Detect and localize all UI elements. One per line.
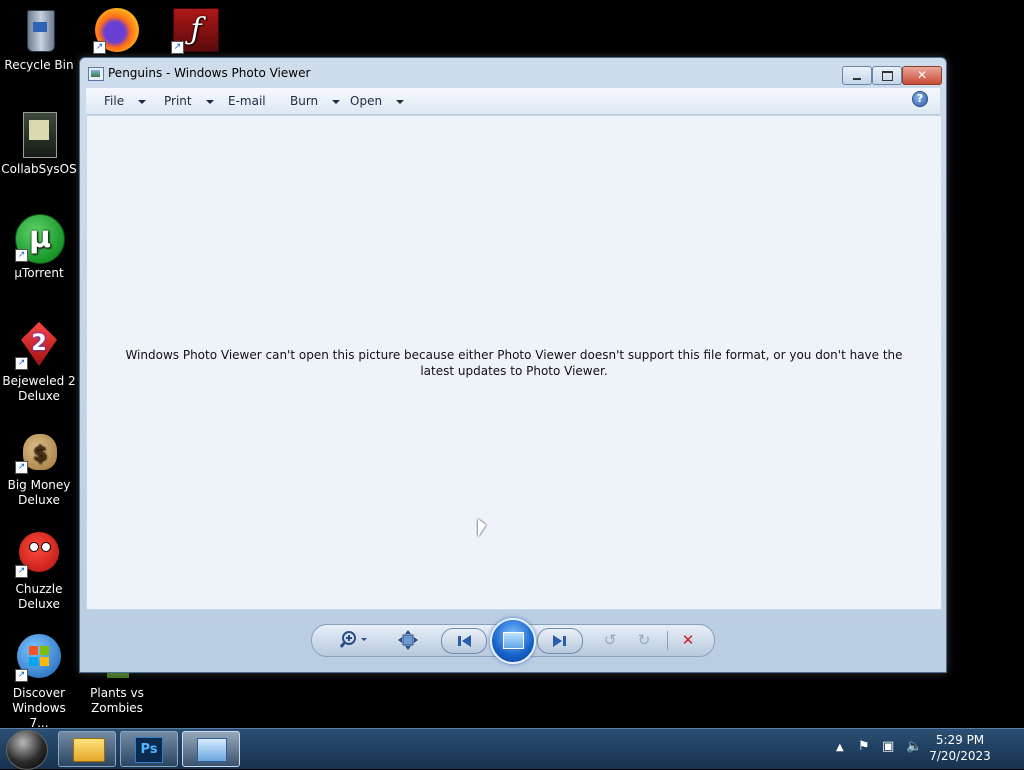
shortcut-arrow-icon: ↗ xyxy=(171,41,184,54)
menu-burn[interactable]: Burn xyxy=(290,94,341,108)
photo-viewer-icon xyxy=(197,738,227,762)
chevron-down-icon xyxy=(138,99,147,104)
title-bar[interactable]: Penguins - Windows Photo Viewer ✕ xyxy=(80,58,946,88)
show-hidden-icons-icon[interactable]: ▲ xyxy=(836,742,844,753)
desktop-icon-big-money[interactable]: $ ↗ Big Money Deluxe xyxy=(1,426,77,508)
rotate-right-icon[interactable]: ↻ xyxy=(632,629,656,651)
desktop-icon-label: Recycle Bin xyxy=(4,58,74,72)
next-icon xyxy=(553,635,566,647)
divider xyxy=(667,631,668,650)
slideshow-button[interactable] xyxy=(490,618,536,664)
previous-icon xyxy=(458,635,471,647)
recycle-bin-icon xyxy=(15,6,63,54)
desktop-icon-collabsysos[interactable]: CollabSysOS xyxy=(1,110,77,177)
desktop-icon-utorrent[interactable]: µ ↗ µTorrent xyxy=(1,214,77,281)
clock-time: 5:29 PM xyxy=(935,733,985,747)
next-button[interactable] xyxy=(537,628,583,654)
shortcut-arrow-icon: ↗ xyxy=(15,249,28,262)
mouse-cursor-icon xyxy=(478,519,486,537)
rotate-left-icon[interactable]: ↺ xyxy=(598,629,622,651)
desktop-icon-flash[interactable]: ƒ ↗ xyxy=(157,6,233,58)
chevron-down-icon xyxy=(205,99,214,104)
flash-icon: ƒ ↗ xyxy=(171,6,219,54)
photoshop-icon: Ps xyxy=(135,737,163,763)
shortcut-arrow-icon: ↗ xyxy=(15,565,28,578)
shortcut-arrow-icon: ↗ xyxy=(93,41,106,54)
taskbar-item-photo-viewer[interactable] xyxy=(182,731,240,767)
desktop-icon-firefox[interactable]: ↗ xyxy=(79,6,155,58)
menu-bar: File Print E-mail Burn Open ? xyxy=(86,88,940,115)
chuzzle-icon: ↗ xyxy=(15,530,63,578)
error-message: Windows Photo Viewer can't open this pic… xyxy=(125,348,903,378)
playback-controls: ↺ ↻ ✕ xyxy=(311,618,715,664)
desktop-icon-label: Big Money Deluxe xyxy=(7,478,71,507)
clock-date: 7/20/2023 xyxy=(929,749,991,763)
zoom-icon[interactable] xyxy=(338,629,370,651)
firefox-icon: ↗ xyxy=(93,6,141,54)
utorrent-icon: µ ↗ xyxy=(15,214,65,264)
menu-print[interactable]: Print xyxy=(164,94,214,108)
action-center-flag-icon[interactable]: ⚑ xyxy=(858,739,870,754)
menu-file-label: File xyxy=(104,94,125,108)
system-clock[interactable]: 5:29 PM 7/20/2023 xyxy=(920,732,1000,764)
minimize-button[interactable] xyxy=(842,66,872,85)
start-button[interactable] xyxy=(6,730,48,770)
menu-email[interactable]: E-mail xyxy=(228,94,266,108)
desktop-icon-label: CollabSysOS xyxy=(1,162,77,176)
menu-file[interactable]: File xyxy=(104,94,147,108)
collabsysos-icon xyxy=(15,110,63,158)
photo-viewer-window: Penguins - Windows Photo Viewer ✕ File P… xyxy=(79,57,947,673)
slideshow-icon xyxy=(503,632,524,649)
chevron-down-icon xyxy=(332,99,341,104)
taskbar-item-photoshop[interactable]: Ps xyxy=(120,731,178,767)
windows-logo-icon: ↗ xyxy=(15,634,63,682)
desktop-icon-bejeweled[interactable]: 2 ↗ Bejeweled 2 Deluxe xyxy=(1,322,77,404)
maximize-button[interactable] xyxy=(872,66,902,85)
desktop-icon-label: Chuzzle Deluxe xyxy=(15,582,63,611)
previous-button[interactable] xyxy=(441,628,487,654)
shortcut-arrow-icon: ↗ xyxy=(15,357,28,370)
desktop-icon-label: Discover Windows 7... xyxy=(12,686,66,730)
menu-print-label: Print xyxy=(164,94,192,108)
desktop-icon-label: Bejeweled 2 Deluxe xyxy=(2,374,76,403)
photo-viewer-app-icon xyxy=(88,67,104,81)
window-title: Penguins - Windows Photo Viewer xyxy=(108,66,311,80)
fit-icon[interactable] xyxy=(396,629,420,651)
explorer-icon xyxy=(73,738,105,762)
menu-burn-label: Burn xyxy=(290,94,319,108)
money-bag-icon: $ ↗ xyxy=(15,426,63,474)
bejeweled-icon: 2 ↗ xyxy=(15,322,63,370)
help-icon[interactable]: ? xyxy=(912,91,928,107)
desktop-icon-recycle-bin[interactable]: Recycle Bin xyxy=(1,6,77,73)
desktop-icon-label: µTorrent xyxy=(14,266,64,280)
network-icon[interactable]: ▣ xyxy=(882,739,894,754)
minimize-icon xyxy=(853,78,861,80)
shortcut-arrow-icon: ↗ xyxy=(15,461,28,474)
shortcut-arrow-icon: ↗ xyxy=(15,669,28,682)
desktop-icon-discover-windows[interactable]: ↗ Discover Windows 7... xyxy=(1,634,77,731)
menu-email-label: E-mail xyxy=(228,94,266,108)
taskbar: Ps ▲ ⚑ ▣ 🔈 5:29 PM 7/20/2023 xyxy=(0,728,1024,770)
menu-open[interactable]: Open xyxy=(350,94,405,108)
menu-open-label: Open xyxy=(350,94,383,108)
desktop-icon-chuzzle[interactable]: ↗ Chuzzle Deluxe xyxy=(1,530,77,612)
taskbar-item-explorer[interactable] xyxy=(58,731,116,767)
desktop-icon-label: Plants vs Zombies xyxy=(90,686,144,715)
close-button[interactable]: ✕ xyxy=(902,66,942,85)
image-display-area: Windows Photo Viewer can't open this pic… xyxy=(86,115,942,610)
delete-icon[interactable]: ✕ xyxy=(676,629,700,651)
maximize-icon xyxy=(882,71,893,81)
chevron-down-icon xyxy=(396,99,405,104)
close-icon: ✕ xyxy=(916,68,928,82)
